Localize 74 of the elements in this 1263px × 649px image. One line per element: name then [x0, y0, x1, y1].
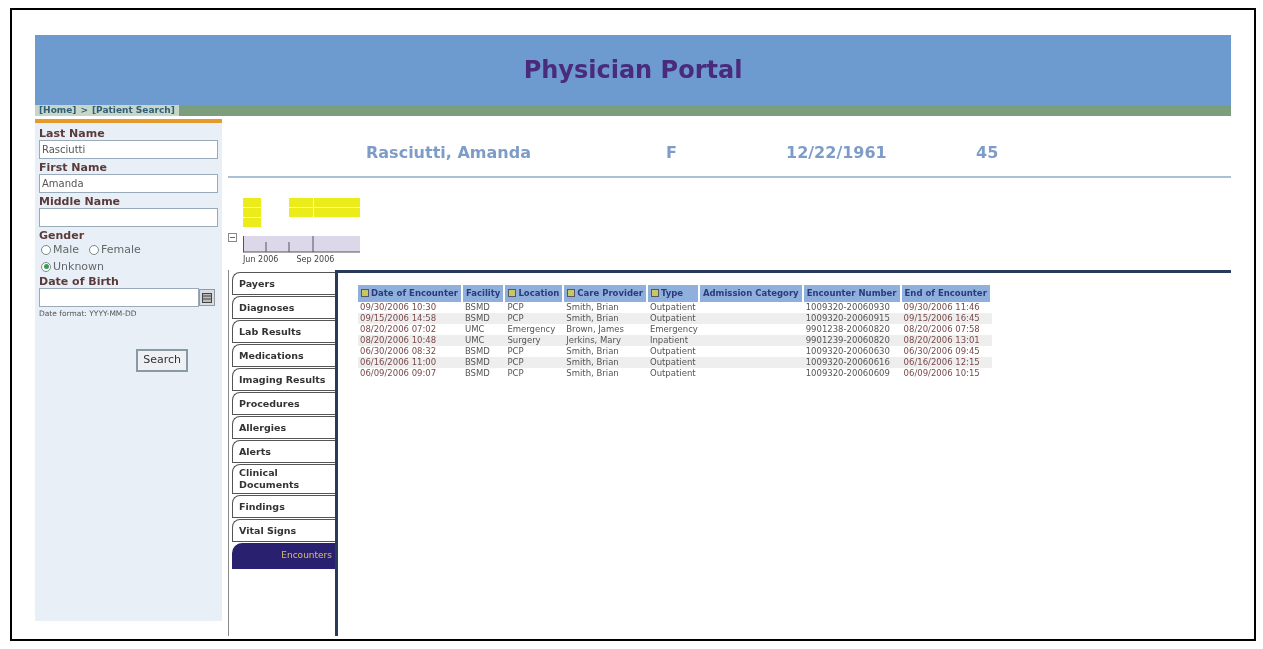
column-header[interactable]: Care Provider	[564, 285, 648, 302]
table-cell: UMC	[462, 334, 506, 346]
input-field[interactable]	[39, 288, 199, 307]
radio-button[interactable]	[89, 245, 100, 256]
column-header[interactable]: Encounter Number	[803, 285, 902, 302]
table-cell: 06/16/2006 11:00	[358, 356, 463, 368]
radio-option[interactable]: Female	[89, 242, 141, 259]
search-button[interactable]: Search	[136, 349, 188, 372]
radio-button[interactable]	[41, 245, 51, 256]
field-label: Gender	[39, 229, 86, 242]
tab[interactable]: Allergies	[232, 416, 335, 439]
timeline-label: Jun 2006	[243, 254, 279, 266]
tab[interactable]: Diagnoses	[232, 296, 335, 319]
column-header[interactable]: End of Encounter	[901, 285, 992, 302]
tab[interactable]: Clinical Documents	[232, 464, 335, 494]
table-cell: Surgery	[505, 334, 565, 346]
table-cell: BSMD	[462, 312, 506, 324]
table-cell: PCP	[505, 312, 565, 324]
tab[interactable]: Medications	[232, 344, 335, 367]
field-label: Middle Name	[39, 195, 122, 208]
table-cell: 09/15/2006 14:58	[358, 312, 463, 324]
table-cell: Outpatient	[647, 356, 700, 368]
tab[interactable]: Alerts	[232, 440, 335, 463]
collapse-icon[interactable]	[228, 233, 237, 242]
column-header[interactable]: Location	[505, 285, 565, 302]
table-cell: 08/20/2006 13:01	[901, 334, 992, 346]
sort-icon[interactable]	[567, 289, 576, 298]
tab[interactable]: Imaging Results	[232, 368, 335, 391]
breadcrumb-link[interactable]: [Patient Search]	[92, 103, 175, 118]
column-header[interactable]: Date of Encounter	[358, 285, 463, 302]
table-cell: BSMD	[462, 356, 506, 368]
table-cell: PCP	[505, 356, 565, 368]
field-label: Date of Birth	[39, 275, 120, 288]
table-cell: Jerkins, Mary	[564, 334, 648, 346]
tab[interactable]: Payers	[232, 272, 335, 295]
table-cell: 1009320-20060616	[803, 356, 902, 368]
breadcrumb-separator: >	[80, 103, 88, 117]
tab[interactable]: Findings	[232, 495, 335, 518]
input-field[interactable]: Amanda	[39, 174, 218, 193]
patient-age: 45	[976, 142, 999, 164]
sort-icon[interactable]	[650, 289, 659, 298]
table-cell: Inpatient	[647, 334, 700, 346]
radio-button[interactable]	[41, 261, 51, 272]
patient-sex: F	[666, 142, 678, 164]
sort-icon[interactable]	[508, 289, 517, 298]
tab[interactable]: Lab Results	[232, 320, 335, 343]
radio-option[interactable]: Unknown	[41, 258, 218, 275]
table-cell: Outpatient	[647, 312, 700, 324]
field-label: First Name	[39, 161, 108, 174]
column-header[interactable]: Facility	[462, 285, 506, 302]
column-header[interactable]: Admission Category	[699, 285, 804, 302]
patient-name: Rasciutti, Amanda	[366, 142, 532, 164]
table-cell: Smith, Brian	[564, 356, 648, 368]
page-title: Physician Portal	[523, 55, 743, 86]
tab[interactable]: Vital Signs	[232, 519, 335, 542]
table-cell: 1009320-20060915	[803, 312, 902, 324]
input-field[interactable]: Rasciutti	[39, 140, 218, 159]
radio-option[interactable]: Male	[41, 242, 80, 259]
calendar-icon[interactable]	[199, 289, 215, 306]
tab[interactable]: Encounters	[232, 543, 335, 569]
tab[interactable]: Procedures	[232, 392, 335, 415]
table-cell: Emergency	[647, 323, 700, 335]
breadcrumb-link[interactable]: [Home]	[39, 103, 77, 118]
table-cell: 9901239-20060820	[803, 334, 902, 346]
sort-icon[interactable]	[361, 289, 369, 298]
timeline-label: Sep 2006	[296, 254, 335, 266]
input-field[interactable]	[39, 208, 218, 227]
column-header[interactable]: Type	[647, 285, 700, 302]
table-cell: 06/16/2006 12:15	[901, 356, 992, 368]
table-cell: 09/15/2006 16:45	[901, 312, 992, 324]
table-cell: Smith, Brian	[564, 312, 648, 324]
patient-birth-date: 12/22/1961	[786, 142, 888, 164]
field-label: Last Name	[39, 127, 106, 140]
table-cell: 08/20/2006 10:48	[358, 334, 463, 346]
